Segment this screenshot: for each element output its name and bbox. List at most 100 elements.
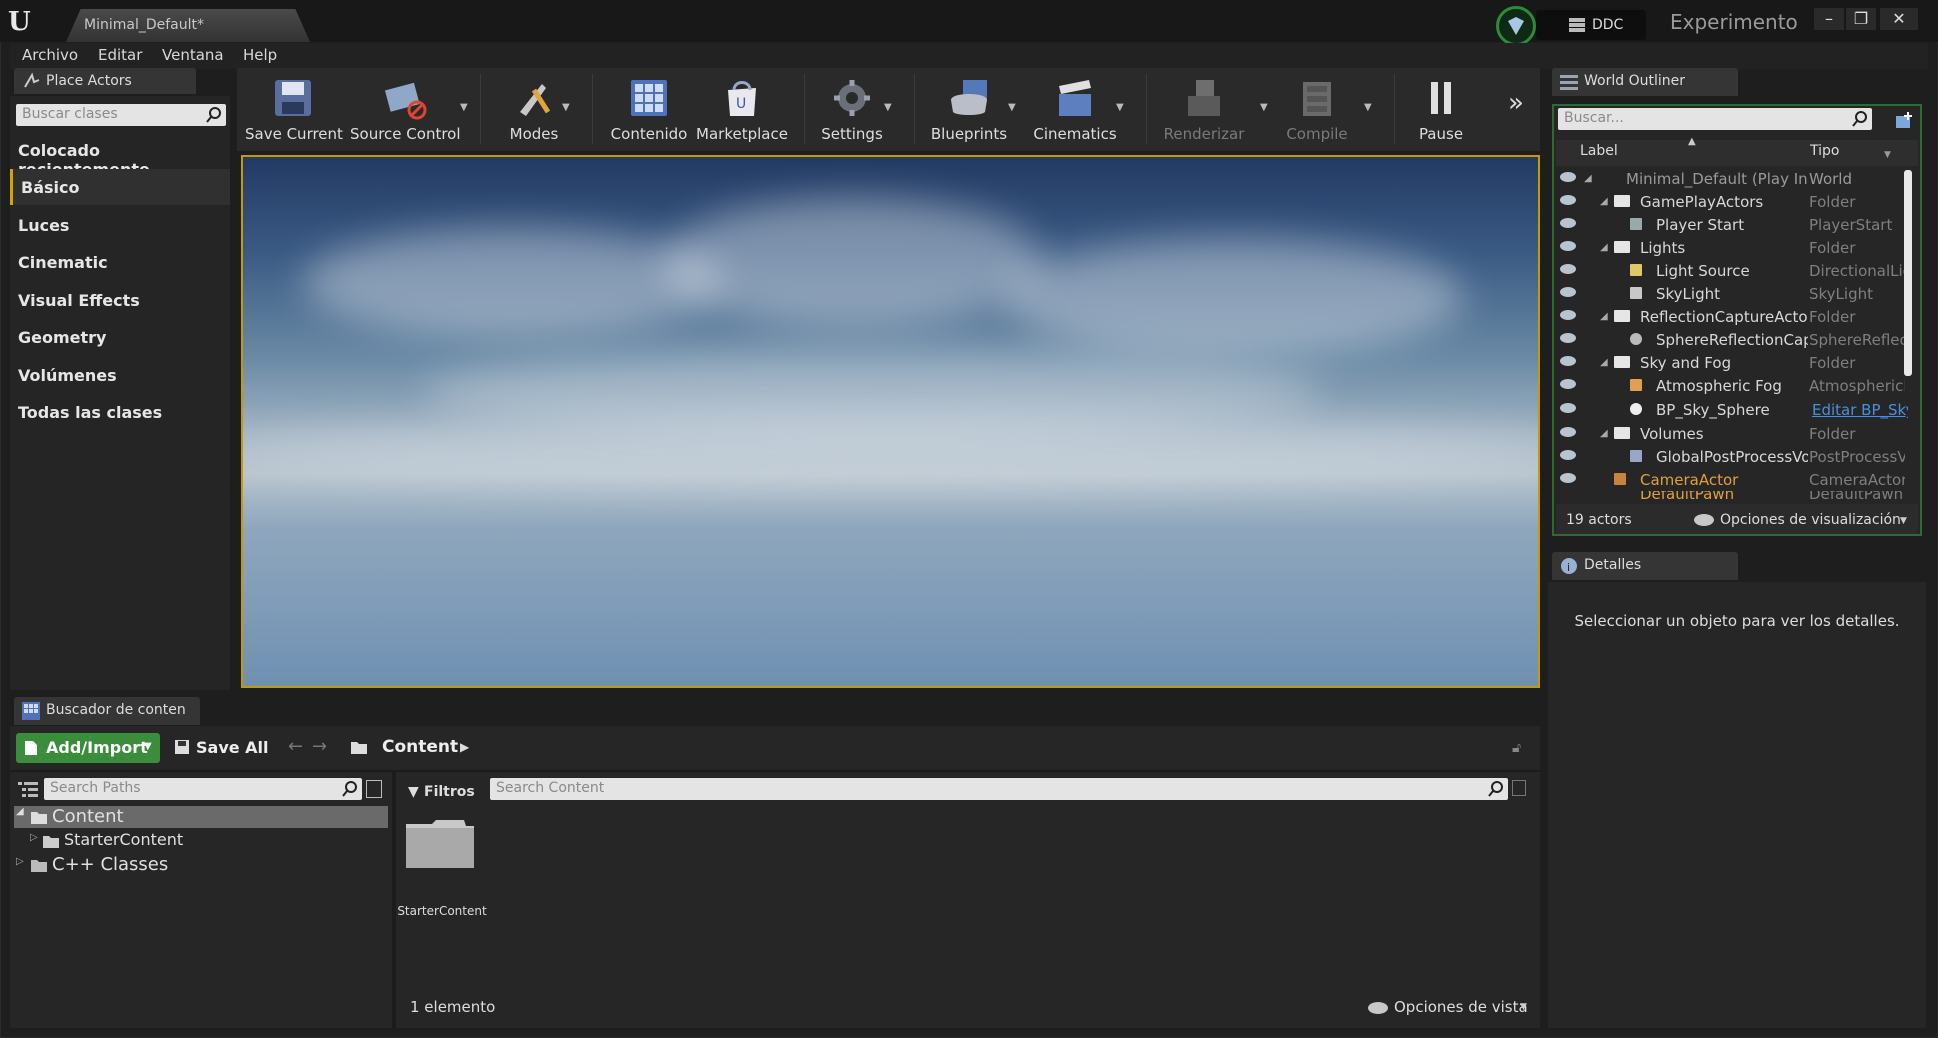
source-control-button[interactable]: Source Control (350, 68, 461, 151)
visibility-eye-icon[interactable] (1560, 310, 1576, 320)
category-all-classes[interactable]: Todas las clases (10, 394, 230, 430)
visibility-eye-icon[interactable] (1560, 450, 1576, 460)
visibility-eye-icon[interactable] (1560, 218, 1576, 228)
settings-button[interactable]: Settings (814, 68, 890, 151)
details-tab[interactable]: i Detalles (1552, 552, 1738, 580)
menu-editar[interactable]: Editar (98, 46, 142, 64)
pause-button[interactable]: Pause (1406, 68, 1476, 151)
save-all-button[interactable]: Save All (174, 736, 274, 762)
outliner-row-folder[interactable]: ◢ Sky and Fog Folder (1556, 351, 1906, 374)
path-breadcrumb-content[interactable]: Content (382, 737, 458, 757)
search-paths-input[interactable]: Search Paths (44, 778, 362, 800)
search-content-input[interactable]: Search Content (490, 778, 1508, 800)
blueprints-dropdown-icon[interactable]: ▼ (1008, 102, 1016, 113)
content-button[interactable]: Contenido (604, 68, 694, 151)
visibility-eye-icon[interactable] (1560, 172, 1576, 182)
compile-button[interactable]: Compile (1274, 68, 1360, 151)
tree-cpp-classes[interactable]: C++ Classes (52, 854, 168, 875)
category-volumes[interactable]: Volúmenes (10, 357, 230, 393)
marketplace-button[interactable]: U Marketplace (696, 68, 788, 151)
outliner-row-actor[interactable]: GlobalPostProcessVolumePostProcessVolume (1556, 445, 1906, 468)
level-viewport[interactable] (241, 155, 1540, 688)
world-outliner-tab[interactable]: World Outliner (1552, 68, 1738, 96)
type-column-header[interactable]: Tipo (1810, 143, 1839, 159)
visibility-eye-icon[interactable] (1560, 333, 1576, 343)
outliner-row-actor[interactable]: SkyLight SkyLight (1556, 282, 1906, 305)
splitter[interactable] (392, 772, 396, 1028)
visibility-eye-icon[interactable] (1560, 287, 1576, 297)
outliner-row-actor[interactable]: CameraActor CameraActor (1556, 468, 1906, 491)
edit-blueprint-link[interactable]: Editar BP_Sky_Sphere (1812, 401, 1908, 419)
render-button[interactable]: Renderizar (1158, 68, 1250, 151)
cinematics-button[interactable]: Cinematics (1030, 68, 1120, 151)
content-browser-tab[interactable]: Buscador de contenido (14, 697, 200, 725)
settings-dropdown-icon[interactable]: ▼ (884, 102, 892, 113)
save-search-icon[interactable] (1512, 780, 1526, 796)
toolbar-overflow-icon[interactable]: » (1508, 88, 1524, 118)
add-folder-icon[interactable] (1894, 110, 1914, 130)
outliner-row-actor[interactable]: BP_Sky_Sphere Editar BP_Sky_Sphere (1556, 398, 1908, 421)
back-arrow-icon[interactable]: ← (288, 736, 303, 757)
visibility-eye-icon[interactable] (1560, 356, 1576, 366)
compile-dropdown-icon[interactable]: ▼ (1364, 102, 1372, 113)
close-button[interactable]: ✕ (1880, 8, 1918, 30)
collapsed-triangle-icon[interactable]: ▷ (16, 856, 24, 867)
lock-icon[interactable]: 🔓︎ (1512, 740, 1521, 756)
forward-arrow-icon[interactable]: → (312, 736, 327, 757)
asset-folder-starter-content[interactable] (404, 818, 476, 870)
outliner-search-input[interactable]: Buscar... (1558, 108, 1872, 130)
save-current-button[interactable]: Save Current (245, 68, 343, 151)
category-lights[interactable]: Luces (10, 207, 230, 243)
outliner-row-actor[interactable]: Light Source DirectionalLight (1556, 259, 1906, 282)
outliner-row-actor[interactable]: Atmospheric Fog AtmosphericFog (1556, 374, 1906, 397)
expand-triangle-icon[interactable]: ◢ (16, 806, 24, 817)
outliner-row-folder[interactable]: ◢ ReflectionCaptureActors Folder (1556, 305, 1906, 328)
level-tab[interactable]: Minimal_Default* (66, 9, 310, 42)
restore-button[interactable]: ❐ (1846, 8, 1876, 30)
outliner-row-world[interactable]: ◢Minimal_Default (Play In Editor)World (1556, 167, 1906, 190)
blueprints-button[interactable]: Blueprints (926, 68, 1012, 151)
filters-button[interactable]: ▼ Filtros (404, 782, 486, 804)
visibility-eye-icon[interactable] (1560, 379, 1576, 389)
collapsed-triangle-icon[interactable]: ▷ (30, 832, 38, 843)
visibility-eye-icon[interactable] (1560, 264, 1576, 274)
place-actors-tab[interactable]: Place Actors (14, 68, 196, 94)
modes-button[interactable]: Modes (496, 68, 572, 151)
outliner-row-folder[interactable]: ◢ Volumes Folder (1556, 422, 1906, 445)
category-visual-effects[interactable]: Visual Effects (10, 282, 230, 318)
modes-dropdown-icon[interactable]: ▼ (562, 102, 570, 113)
view-options-button[interactable]: Opciones de visualización (1720, 512, 1901, 528)
visibility-eye-icon[interactable] (1560, 403, 1576, 413)
visibility-eye-icon[interactable] (1560, 195, 1576, 205)
class-search-input[interactable]: Buscar clases (16, 104, 226, 126)
menu-archivo[interactable]: Archivo (22, 46, 78, 64)
category-recent[interactable]: Colocado recientemente (10, 132, 230, 179)
chevron-down-icon[interactable]: ▼ (1520, 1002, 1527, 1012)
breadcrumb-arrow-icon[interactable]: ▶ (460, 740, 469, 754)
minimize-button[interactable]: – (1814, 8, 1844, 30)
ddc-button[interactable]: DDC (1536, 10, 1646, 40)
collections-toggle-icon[interactable] (366, 780, 382, 798)
type-column-dropdown-icon[interactable]: ▼ (1884, 150, 1891, 160)
visibility-eye-icon[interactable] (1560, 241, 1576, 251)
tree-starter-content[interactable]: StarterContent (64, 830, 183, 849)
outliner-row-actor[interactable]: Player Start PlayerStart (1556, 213, 1906, 236)
category-basic[interactable]: Básico (10, 169, 230, 205)
source-control-dropdown-icon[interactable]: ▼ (460, 102, 468, 113)
category-geometry[interactable]: Geometry (10, 319, 230, 355)
outliner-row-folder[interactable]: ◢ Lights Folder (1556, 236, 1906, 259)
outliner-row-folder[interactable]: ◢ GamePlayActors Folder (1556, 190, 1906, 213)
label-column-header[interactable]: Label (1580, 143, 1618, 159)
chevron-down-icon[interactable]: ▼ (1900, 516, 1907, 526)
paths-toggle-icon[interactable] (18, 780, 38, 798)
category-cinematic[interactable]: Cinematic (10, 244, 230, 280)
visibility-eye-icon[interactable] (1560, 473, 1576, 483)
cinematics-dropdown-icon[interactable]: ▼ (1116, 102, 1124, 113)
outliner-row-actor[interactable]: DefaultPawn DefaultPawn (1556, 491, 1906, 501)
view-options-button[interactable]: Opciones de vista (1394, 998, 1528, 1016)
menu-ventana[interactable]: Ventana (162, 46, 224, 64)
add-import-button[interactable]: Add/Import ▼ (16, 733, 160, 763)
source-control-status-icon[interactable] (1496, 6, 1536, 46)
menu-help[interactable]: Help (243, 46, 277, 64)
outliner-row-actor[interactable]: SphereReflectionCaptureSphereReflectionC… (1556, 328, 1906, 351)
